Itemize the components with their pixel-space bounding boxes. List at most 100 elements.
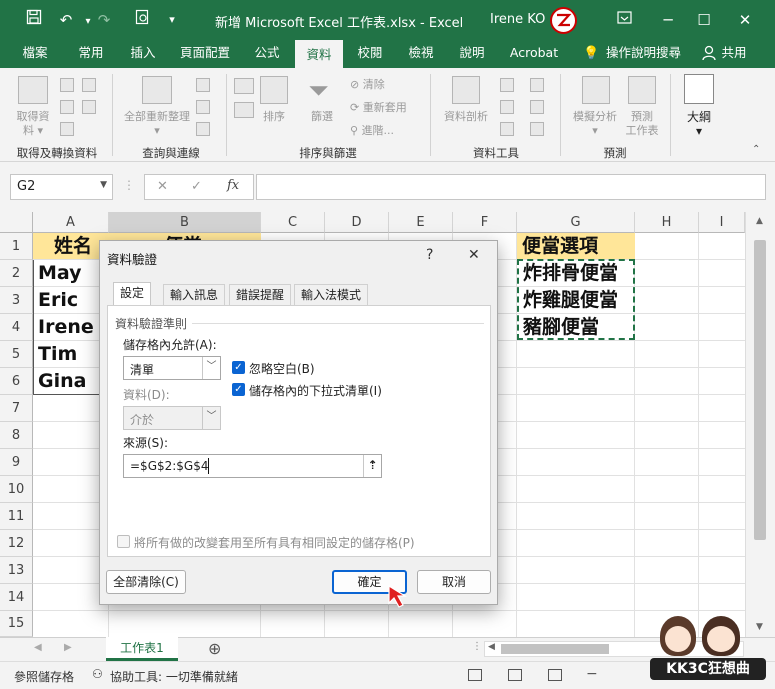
tab-review[interactable]: 校閱 [347, 40, 393, 68]
cell-g1[interactable]: 便當選項 [518, 234, 598, 259]
refresh-all-icon[interactable] [142, 76, 172, 104]
dialog-tab-ime-mode[interactable]: 輸入法模式 [294, 284, 369, 306]
column-header[interactable]: G [517, 212, 635, 233]
cell-a1[interactable]: 姓名 [50, 234, 92, 259]
collapse-dialog-icon[interactable]: ⇡ [363, 455, 381, 477]
what-if-icon[interactable] [582, 76, 610, 104]
column-header[interactable]: B [109, 212, 261, 233]
cell-g2[interactable]: 炸排骨便當 [519, 260, 618, 287]
row-header[interactable]: 12 [0, 530, 33, 557]
tab-page-layout[interactable]: 頁面配置 [170, 40, 240, 68]
flash-fill-icon[interactable] [500, 78, 514, 92]
from-web-icon[interactable] [60, 100, 74, 114]
advanced-filter-button[interactable]: ⚲ 進階... [350, 122, 394, 138]
forecast-sheet-icon[interactable] [628, 76, 656, 104]
minimize-icon[interactable]: ─ [656, 8, 680, 32]
cell-a4[interactable]: Irene [34, 314, 94, 341]
row-header[interactable]: 15 [0, 611, 33, 637]
allow-select[interactable]: 清單 ﹀ [123, 356, 221, 380]
normal-view-icon[interactable] [468, 669, 482, 681]
scroll-up-icon[interactable]: ▲ [756, 216, 763, 226]
row-header[interactable]: 1 [0, 233, 33, 260]
tab-help[interactable]: 說明 [449, 40, 495, 68]
column-header[interactable]: I [699, 212, 745, 233]
insert-function-icon[interactable]: fx [227, 178, 239, 193]
enter-formula-icon[interactable]: ✓ [191, 179, 202, 194]
consolidate-icon[interactable] [530, 78, 544, 92]
tab-insert[interactable]: 插入 [118, 40, 168, 68]
in-cell-dropdown-label[interactable]: 儲存格內的下拉式清單(I) [249, 382, 382, 399]
scroll-sheets-left-icon[interactable]: ◀ [34, 642, 42, 653]
cancel-button[interactable]: 取消 [417, 570, 491, 594]
get-data-label[interactable]: 取得資料 ▾ [12, 110, 54, 138]
existing-connections-icon[interactable] [82, 100, 96, 114]
name-box-dropdown-icon[interactable]: ▼ [100, 180, 107, 190]
customize-quick-access-icon[interactable]: ▾ [160, 8, 184, 32]
collapse-ribbon-icon[interactable]: ⌃ [752, 144, 760, 155]
cell-a5[interactable]: Tim [34, 341, 77, 368]
from-table-icon[interactable] [60, 122, 74, 136]
what-if-button[interactable]: 模擬分析 ▾ [566, 110, 624, 138]
row-header[interactable]: 5 [0, 341, 33, 368]
scroll-thumb[interactable] [754, 240, 766, 540]
reapply-button[interactable]: ⟳ 重新套用 [350, 99, 407, 115]
column-header[interactable]: C [261, 212, 325, 233]
sort-za-icon[interactable] [234, 102, 254, 118]
page-break-view-icon[interactable] [548, 669, 562, 681]
share-button[interactable]: 共用 [718, 40, 750, 68]
restore-icon[interactable]: ☐ [692, 8, 716, 32]
relationships-icon[interactable] [530, 100, 544, 114]
cell-g3[interactable]: 炸雞腿便當 [519, 287, 618, 314]
vertical-scrollbar[interactable]: ▲ ▼ [745, 212, 775, 637]
column-header[interactable]: A [33, 212, 109, 233]
refresh-all-label[interactable]: 全部重新整理 ▾ [116, 110, 198, 138]
from-text-icon[interactable] [60, 78, 74, 92]
queries-connections-icon[interactable] [196, 78, 210, 92]
select-all-corner[interactable] [0, 212, 33, 233]
accessibility-status[interactable]: 協助工具: 一切準備就緒 [110, 668, 238, 685]
tell-me-search[interactable]: 操作說明搜尋 [606, 40, 690, 68]
cell-a2[interactable]: May [34, 260, 82, 287]
add-sheet-icon[interactable]: ⊕ [208, 639, 221, 658]
row-header[interactable]: 13 [0, 557, 33, 584]
scroll-sheets-right-icon[interactable]: ▶ [64, 642, 72, 653]
row-header[interactable]: 4 [0, 314, 33, 341]
sheet-tab-active[interactable]: 工作表1 [106, 637, 178, 661]
tab-view[interactable]: 檢視 [397, 40, 445, 68]
name-box[interactable]: G2 ▼ [10, 174, 113, 200]
outline-icon[interactable] [684, 74, 714, 104]
edit-links-icon[interactable] [196, 122, 210, 136]
row-header[interactable]: 7 [0, 395, 33, 422]
ignore-blank-label[interactable]: 忽略空白(B) [249, 360, 315, 377]
tab-formulas[interactable]: 公式 [244, 40, 290, 68]
row-header[interactable]: 8 [0, 422, 33, 449]
row-header[interactable]: 2 [0, 260, 33, 287]
manage-data-model-icon[interactable] [530, 122, 544, 136]
dialog-close-button[interactable]: ✕ [468, 247, 480, 263]
filter-button[interactable]: 篩選 [306, 110, 338, 124]
forecast-sheet-button[interactable]: 預測 工作表 [622, 110, 662, 138]
column-header[interactable]: D [325, 212, 389, 233]
dialog-tab-input-message[interactable]: 輸入訊息 [163, 284, 226, 306]
sort-button[interactable]: 排序 [258, 110, 290, 124]
accessibility-icon[interactable]: ⚇ [92, 667, 103, 681]
dialog-help-button[interactable]: ? [426, 247, 433, 263]
row-header[interactable]: 14 [0, 584, 33, 611]
formula-input[interactable] [256, 174, 766, 200]
print-preview-icon[interactable] [130, 8, 154, 32]
in-cell-dropdown-checkbox[interactable]: ✓ [232, 383, 245, 396]
row-header[interactable]: 6 [0, 368, 33, 395]
clear-all-button[interactable]: 全部清除(C) [106, 570, 186, 594]
sort-az-icon[interactable] [234, 78, 254, 94]
text-to-columns-icon[interactable] [452, 76, 480, 104]
clear-button[interactable]: ⊘ 清除 [350, 76, 385, 92]
cancel-formula-icon[interactable]: ✕ [157, 179, 168, 194]
sort-icon[interactable] [260, 76, 288, 104]
column-header[interactable]: H [635, 212, 699, 233]
ribbon-display-icon[interactable] [612, 8, 636, 32]
save-icon[interactable] [22, 8, 46, 32]
undo-icon[interactable]: ↶ [54, 8, 78, 32]
tab-data[interactable]: 資料 [295, 40, 343, 68]
close-icon[interactable]: ✕ [733, 8, 757, 32]
cell-a6[interactable]: Gina [34, 368, 86, 395]
